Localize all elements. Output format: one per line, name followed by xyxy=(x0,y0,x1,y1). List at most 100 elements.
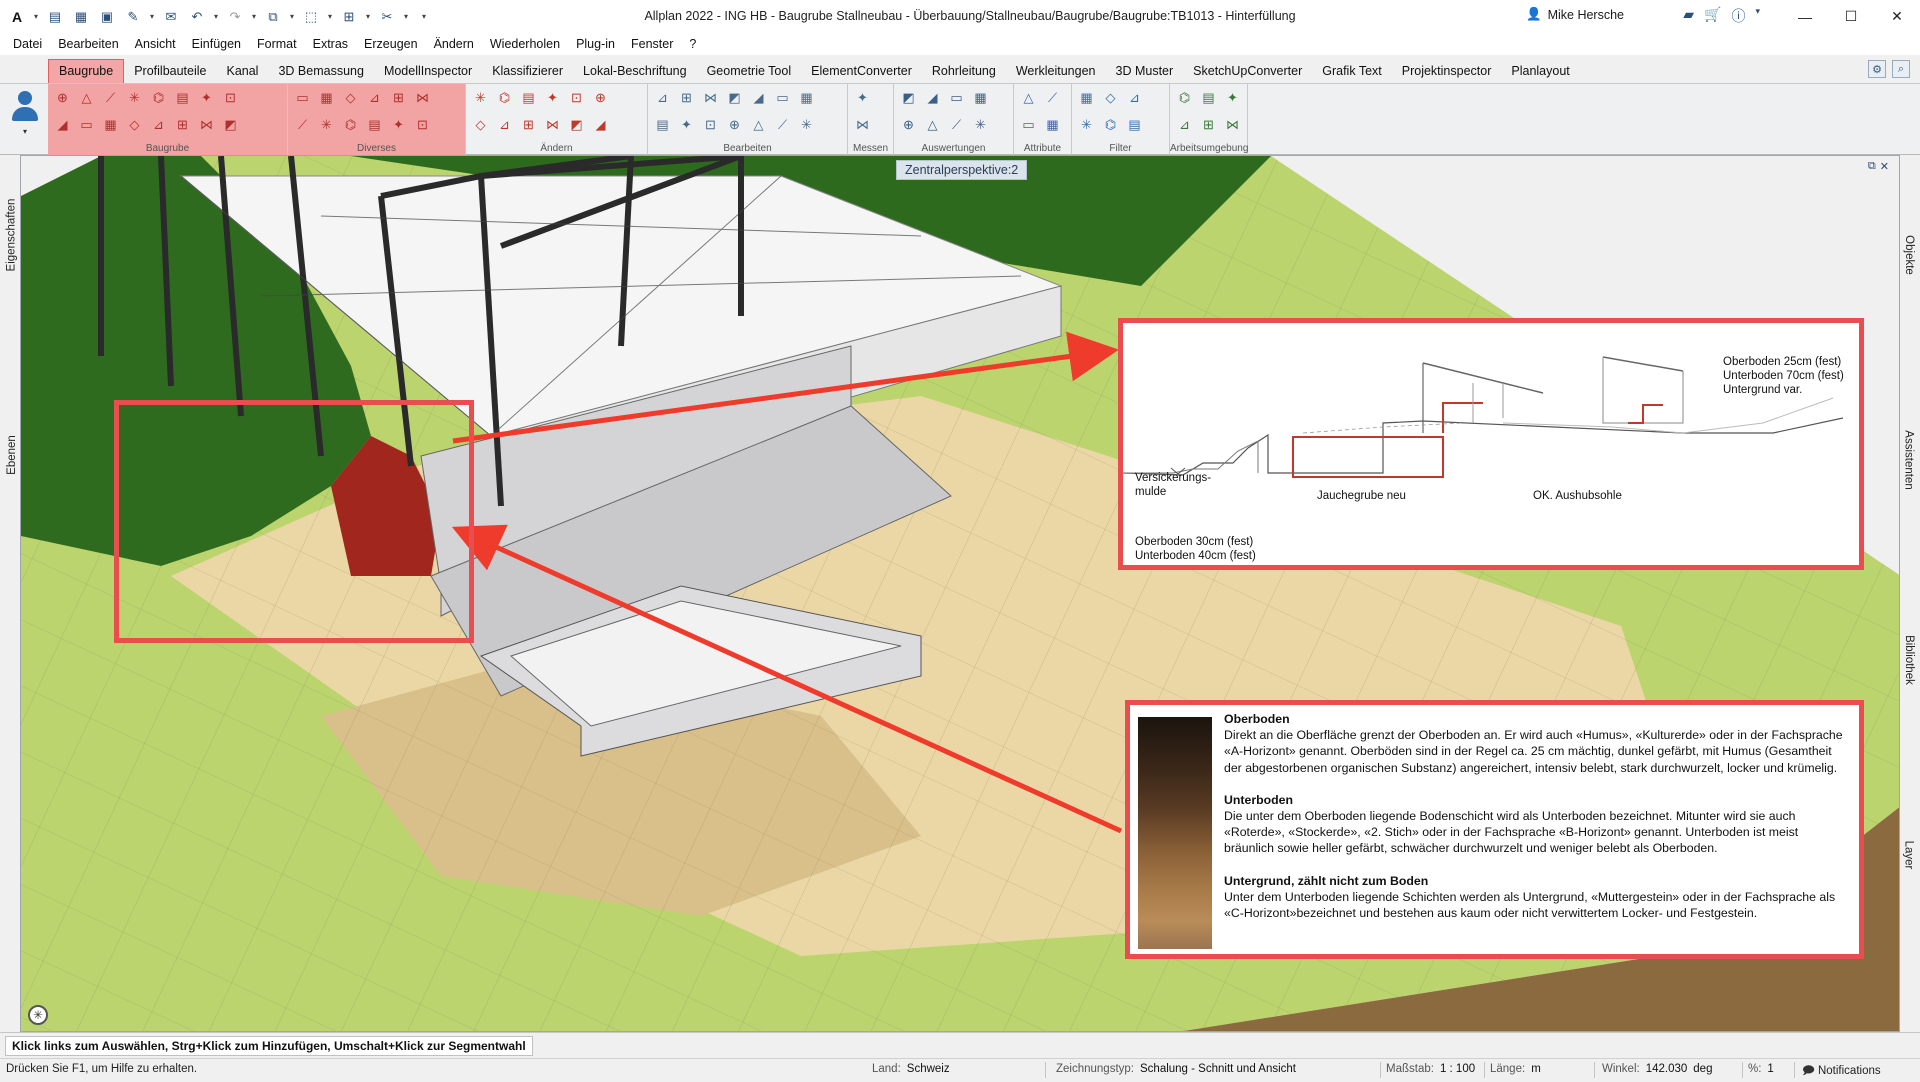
tab-bibliothek[interactable]: Bibliothek xyxy=(1899,610,1918,710)
chevron-down-icon[interactable]: ▾ xyxy=(1755,6,1760,26)
menu-item[interactable]: Wiederholen xyxy=(482,33,568,55)
customize-toolbar-icon[interactable]: ▾ xyxy=(420,12,428,21)
tool-icon[interactable]: ◇ xyxy=(124,114,145,135)
open-icon[interactable]: ▦ xyxy=(70,6,92,28)
chevron-down-icon[interactable]: ▾ xyxy=(212,12,220,21)
tool-icon[interactable]: ⟋ xyxy=(1042,87,1063,108)
tool-icon[interactable]: ▦ xyxy=(1076,87,1097,108)
menu-item[interactable]: ? xyxy=(681,33,704,55)
tool-icon[interactable]: ▦ xyxy=(316,87,337,108)
status-percent[interactable]: %: 1 xyxy=(1748,1063,1774,1075)
menu-item[interactable]: Datei xyxy=(5,33,50,55)
menu-item[interactable]: Ändern xyxy=(426,33,482,55)
menu-item[interactable]: Einfügen xyxy=(184,33,249,55)
tool-icon[interactable]: ⟋ xyxy=(772,114,793,135)
ribbon-tab[interactable]: ModellInspector xyxy=(374,60,482,83)
tool-icon[interactable]: ⋈ xyxy=(196,114,217,135)
chevron-down-icon[interactable]: ▾ xyxy=(148,12,156,21)
tab-objekte[interactable]: Objekte xyxy=(1899,210,1918,300)
user-workspace-button[interactable]: ▾ xyxy=(6,87,44,153)
tool-icon[interactable]: ⌬ xyxy=(1174,87,1195,108)
ribbon-tab[interactable]: Geometrie Tool xyxy=(697,60,802,83)
tool-icon[interactable]: ⋈ xyxy=(412,87,433,108)
ribbon-tab[interactable]: Planlayout xyxy=(1501,60,1579,83)
menu-item[interactable]: Extras xyxy=(305,33,356,55)
tool-icon[interactable]: ◢ xyxy=(748,87,769,108)
tool-icon[interactable]: ⊡ xyxy=(220,87,241,108)
tool-icon[interactable]: ⊿ xyxy=(494,114,515,135)
tool-icon[interactable]: ⋈ xyxy=(700,87,721,108)
chevron-down-icon[interactable]: ▾ xyxy=(32,12,40,21)
tool-icon[interactable]: ⋈ xyxy=(542,114,563,135)
comment-icon[interactable]: ✉ xyxy=(160,6,182,28)
menu-item[interactable]: Format xyxy=(249,33,305,55)
tool-icon[interactable]: ⌬ xyxy=(1100,114,1121,135)
tool-icon[interactable]: ⊕ xyxy=(52,87,73,108)
tool-icon[interactable]: ✳ xyxy=(796,114,817,135)
tool-icon[interactable]: ◩ xyxy=(220,114,241,135)
ribbon-tab[interactable]: Kanal xyxy=(216,60,268,83)
tool-icon[interactable]: ▤ xyxy=(518,87,539,108)
tool-icon[interactable]: ⊞ xyxy=(518,114,539,135)
menu-item[interactable]: Ansicht xyxy=(127,33,184,55)
close-view-icon[interactable]: ✕ xyxy=(1880,160,1889,173)
tool-icon[interactable]: ⊕ xyxy=(590,87,611,108)
tool-icon[interactable]: ✳ xyxy=(970,114,991,135)
ribbon-tab[interactable]: Projektinspector xyxy=(1392,60,1502,83)
copy-icon[interactable]: ⧉ xyxy=(262,6,284,28)
tool-icon[interactable]: ◇ xyxy=(1100,87,1121,108)
menu-item[interactable]: Erzeugen xyxy=(356,33,426,55)
tool-icon[interactable]: ⊞ xyxy=(388,87,409,108)
tool-icon[interactable]: ⋈ xyxy=(1222,114,1243,135)
chevron-down-icon[interactable]: ▾ xyxy=(364,12,372,21)
undo-icon[interactable]: ↶ xyxy=(186,6,208,28)
tool-icon[interactable]: △ xyxy=(1018,87,1039,108)
tool-icon[interactable]: ⊡ xyxy=(412,114,433,135)
ribbon-tab[interactable]: Werkleitungen xyxy=(1006,60,1106,83)
tool-icon[interactable]: ▭ xyxy=(772,87,793,108)
tool-icon[interactable]: ▤ xyxy=(172,87,193,108)
tool-icon[interactable]: ⊿ xyxy=(364,87,385,108)
tool-icon[interactable]: ✳ xyxy=(124,87,145,108)
tool-icon[interactable]: ✳ xyxy=(470,87,491,108)
tool-icon[interactable]: ⋈ xyxy=(852,114,873,135)
select-icon[interactable]: ⬚ xyxy=(300,6,322,28)
chevron-down-icon[interactable]: ▾ xyxy=(326,12,334,21)
tool-icon[interactable]: ✦ xyxy=(676,114,697,135)
tool-icon[interactable]: ✦ xyxy=(388,114,409,135)
ribbon-tab[interactable]: SketchUpConverter xyxy=(1183,60,1312,83)
tool-icon[interactable]: ◢ xyxy=(922,87,943,108)
tab-ebenen[interactable]: Ebenen xyxy=(2,400,21,510)
tool-icon[interactable]: ▭ xyxy=(76,114,97,135)
app-logo[interactable]: A xyxy=(6,6,28,28)
ribbon-tab[interactable]: 3D Muster xyxy=(1106,60,1184,83)
tool-icon[interactable]: ▦ xyxy=(796,87,817,108)
menu-item[interactable]: Plug-in xyxy=(568,33,623,55)
tool-icon[interactable]: △ xyxy=(922,114,943,135)
chevron-down-icon[interactable]: ▾ xyxy=(288,12,296,21)
tool-icon[interactable]: ◢ xyxy=(52,114,73,135)
tool-icon[interactable]: △ xyxy=(76,87,97,108)
ribbon-tab[interactable]: 3D Bemassung xyxy=(268,60,373,83)
ribbon-tab[interactable]: Klassifizierer xyxy=(482,60,573,83)
minimize-button[interactable]: — xyxy=(1782,0,1828,33)
menu-item[interactable]: Fenster xyxy=(623,33,681,55)
tab-assistenten[interactable]: Assistenten xyxy=(1899,410,1918,510)
tool-icon[interactable]: ⊡ xyxy=(566,87,587,108)
close-button[interactable]: ✕ xyxy=(1874,0,1920,33)
tool-icon[interactable]: ⊕ xyxy=(898,114,919,135)
tool-icon[interactable]: ◢ xyxy=(590,114,611,135)
maximize-button[interactable]: ☐ xyxy=(1828,0,1874,33)
tab-layer[interactable]: Layer xyxy=(1899,810,1918,900)
tool-icon[interactable]: ▦ xyxy=(1042,114,1063,135)
tool-icon[interactable]: ⟋ xyxy=(946,114,967,135)
menu-item[interactable]: Bearbeiten xyxy=(50,33,126,55)
tool-icon[interactable]: ◇ xyxy=(470,114,491,135)
chevron-down-icon[interactable]: ▾ xyxy=(402,12,410,21)
tools-icon[interactable]: ✂ xyxy=(376,6,398,28)
tool-icon[interactable]: ⌬ xyxy=(340,114,361,135)
chevron-down-icon[interactable]: ▾ xyxy=(250,12,258,21)
tool-icon[interactable]: ⊞ xyxy=(172,114,193,135)
tab-eigenschaften[interactable]: Eigenschaften xyxy=(2,170,21,300)
tool-icon[interactable]: ⊡ xyxy=(700,114,721,135)
